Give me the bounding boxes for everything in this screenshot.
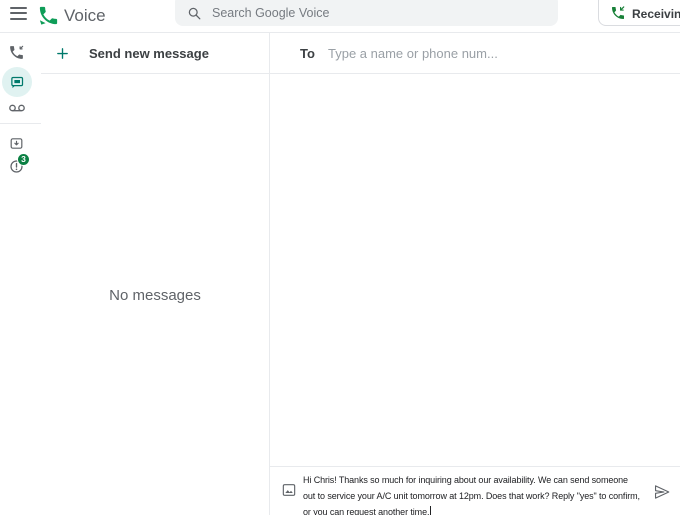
new-conversation-panel: To Hi Chris! Thanks so much for inquirin… — [270, 33, 680, 515]
incoming-call-icon — [610, 5, 626, 21]
app-title: Voice — [64, 3, 106, 29]
google-voice-window: Voice Receiving calls — [0, 0, 680, 515]
google-voice-logo-icon — [37, 4, 60, 27]
nav-calls-phone-icon[interactable] — [8, 44, 25, 61]
send-message-icon[interactable] — [653, 483, 671, 501]
receiving-calls-button[interactable]: Receiving calls — [598, 0, 680, 26]
nav-rail: 3 — [0, 33, 41, 515]
nav-divider — [0, 123, 41, 124]
search-input[interactable] — [212, 4, 542, 22]
search-icon — [187, 6, 202, 21]
send-new-message-label: Send new message — [89, 33, 209, 74]
message-line: or you can request another time. — [303, 504, 655, 515]
message-input[interactable]: Hi Chris! Thanks so much for inquiring a… — [303, 472, 655, 515]
to-label: To — [300, 33, 315, 74]
nav-messages-chat-icon[interactable] — [2, 67, 32, 97]
send-new-message-button[interactable]: Send new message — [41, 33, 269, 74]
top-app-bar: Voice Receiving calls — [0, 0, 680, 33]
plus-icon — [55, 46, 70, 61]
compose-bar: Hi Chris! Thanks so much for inquiring a… — [270, 466, 680, 515]
conversation-list-panel: Send new message No messages — [41, 33, 270, 515]
text-cursor — [430, 506, 431, 515]
search-bar[interactable] — [175, 0, 558, 26]
message-line: Hi Chris! Thanks so much for inquiring a… — [303, 472, 655, 488]
main-menu-icon[interactable] — [10, 7, 27, 21]
nav-archive-icon[interactable] — [9, 136, 24, 151]
message-line: out to service your A/C unit tomorrow at… — [303, 488, 655, 504]
recipient-row: To — [270, 33, 680, 74]
attach-image-icon[interactable] — [281, 482, 297, 498]
no-messages-text: No messages — [41, 287, 269, 304]
nav-voicemail-icon[interactable] — [8, 99, 26, 117]
recipient-input[interactable] — [328, 43, 658, 63]
spam-count-badge: 3 — [17, 153, 30, 166]
receiving-calls-label: Receiving calls — [632, 0, 680, 25]
